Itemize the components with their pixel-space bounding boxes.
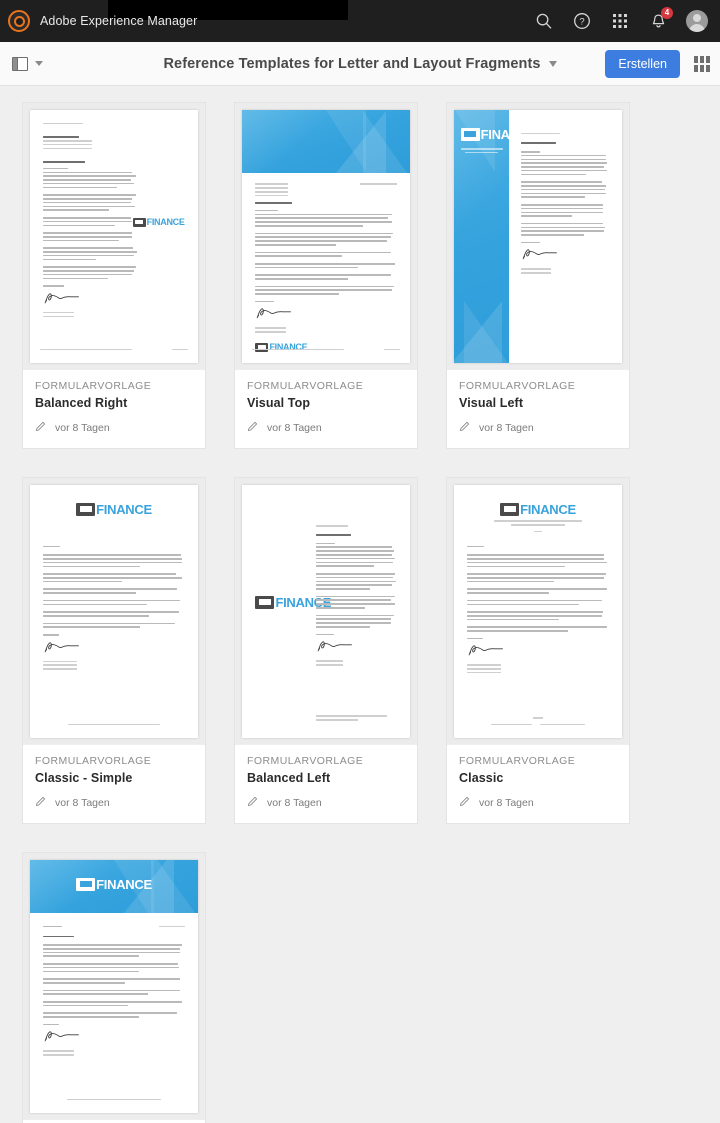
rail-panel-icon bbox=[12, 57, 28, 71]
title-chevron-down-icon[interactable] bbox=[549, 61, 557, 67]
signature-icon bbox=[521, 247, 559, 260]
pencil-icon bbox=[459, 796, 470, 807]
adobe-aem-logo-icon[interactable] bbox=[8, 10, 30, 32]
card-title: Balanced Left bbox=[247, 771, 405, 785]
signature-icon bbox=[316, 639, 354, 652]
brand-home-link[interactable]: Adobe Experience Manager bbox=[8, 10, 197, 32]
pencil-icon bbox=[459, 796, 470, 810]
card-thumbnail[interactable]: FINANCE bbox=[23, 103, 205, 369]
solutions-grid-icon[interactable] bbox=[610, 11, 630, 31]
card-modified-label: vor 8 Tagen bbox=[479, 797, 534, 809]
letter-preview: FINANCE bbox=[454, 485, 622, 738]
rail-toggle-button[interactable] bbox=[12, 57, 43, 71]
pencil-icon bbox=[247, 796, 258, 810]
card-view-icon[interactable] bbox=[694, 56, 710, 72]
finance-logo-icon: FINANCE bbox=[76, 878, 152, 891]
card-modified: vor 8 Tagen bbox=[35, 421, 193, 435]
template-card[interactable]: FINANCE FORMULARVORLAGE Balanced Right vor … bbox=[22, 102, 206, 449]
signature-icon bbox=[255, 306, 293, 319]
card-kind: FORMULARVORLAGE bbox=[35, 380, 193, 392]
card-modified-label: vor 8 Tagen bbox=[267, 797, 322, 809]
signature-icon bbox=[43, 640, 81, 653]
pencil-icon bbox=[35, 796, 46, 810]
letter-preview: FINANCE bbox=[30, 860, 198, 1113]
card-modified-label: vor 8 Tagen bbox=[55, 797, 110, 809]
pencil-icon bbox=[459, 421, 470, 435]
card-kind: FORMULARVORLAGE bbox=[459, 755, 617, 767]
help-icon[interactable]: ? bbox=[572, 11, 592, 31]
card-thumbnail[interactable]: FINANCE bbox=[23, 853, 205, 1119]
bell-icon[interactable]: 4 bbox=[648, 11, 668, 31]
finance-logo-icon: FINANCE bbox=[76, 503, 152, 516]
letter-preview: FINANCE bbox=[454, 110, 622, 363]
card-title: Visual Left bbox=[459, 396, 617, 410]
template-card[interactable]: FINANCE FORMULARVORLAGE Balanced Left vor 8… bbox=[234, 477, 418, 824]
pencil-icon bbox=[459, 421, 470, 432]
action-bar: Reference Templates for Letter and Layou… bbox=[0, 42, 720, 86]
template-card[interactable]: FINANCE FORMULARVORLAGEVisual Top - Class… bbox=[22, 852, 206, 1123]
card-thumbnail[interactable]: FINANCE bbox=[235, 478, 417, 744]
card-meta: FORMULARVORLAGE Visual Top vor 8 Tagen bbox=[235, 369, 417, 448]
template-card[interactable]: FINANCE FORMULARVORLAGE Classic vor 8 Tagen bbox=[446, 477, 630, 824]
letter-preview: FINANCE bbox=[242, 110, 410, 363]
search-icon[interactable] bbox=[534, 11, 554, 31]
card-modified: vor 8 Tagen bbox=[459, 796, 617, 810]
top-navigation-bar: Adobe Experience Manager ? 4 bbox=[0, 0, 720, 42]
letter-preview: FINANCE bbox=[242, 485, 410, 738]
pencil-icon bbox=[35, 421, 46, 435]
card-kind: FORMULARVORLAGE bbox=[459, 380, 617, 392]
card-thumbnail[interactable]: FINANCE bbox=[447, 478, 629, 744]
brand-title: Adobe Experience Manager bbox=[40, 14, 197, 28]
card-modified: vor 8 Tagen bbox=[247, 421, 405, 435]
signature-icon bbox=[43, 291, 81, 304]
avatar[interactable] bbox=[686, 10, 708, 32]
template-card[interactable]: FINANCE FORMULARVORLAGE Visual Left vor 8 T… bbox=[446, 102, 630, 449]
card-modified-label: vor 8 Tagen bbox=[55, 422, 110, 434]
signature-icon bbox=[467, 643, 505, 656]
finance-logo-icon: FINANCE bbox=[133, 218, 185, 227]
signature-icon bbox=[43, 1029, 81, 1042]
card-modified-label: vor 8 Tagen bbox=[267, 422, 322, 434]
card-meta: FORMULARVORLAGE Balanced Right vor 8 Tagen bbox=[23, 369, 205, 448]
card-title: Classic bbox=[459, 771, 617, 785]
card-thumbnail[interactable]: FINANCE bbox=[235, 103, 417, 369]
finance-logo-icon: FINANCE bbox=[255, 343, 307, 352]
card-title: Classic - Simple bbox=[35, 771, 193, 785]
top-bar-actions: ? 4 bbox=[534, 10, 708, 32]
svg-text:?: ? bbox=[579, 17, 584, 28]
pencil-icon bbox=[247, 796, 258, 807]
card-meta: FORMULARVORLAGE Visual Left vor 8 Tagen bbox=[447, 369, 629, 448]
card-thumbnail[interactable]: FINANCE bbox=[447, 103, 629, 369]
finance-logo-icon: FINANCE bbox=[500, 503, 576, 516]
letter-preview: FINANCE bbox=[30, 485, 198, 738]
card-title: Balanced Right bbox=[35, 396, 193, 410]
card-meta: FORMULARVORLAGE Balanced Left vor 8 Tagen bbox=[235, 744, 417, 823]
template-card-grid: FINANCE FORMULARVORLAGE Balanced Right vor … bbox=[0, 86, 720, 1123]
card-modified: vor 8 Tagen bbox=[459, 421, 617, 435]
pencil-icon bbox=[35, 421, 46, 432]
pencil-icon bbox=[247, 421, 258, 432]
card-meta: FORMULARVORLAGEVisual Top - Classicvor 8… bbox=[23, 1119, 205, 1123]
pencil-icon bbox=[35, 796, 46, 807]
card-modified: vor 8 Tagen bbox=[35, 796, 193, 810]
letter-preview: FINANCE bbox=[30, 110, 198, 363]
card-modified: vor 8 Tagen bbox=[247, 796, 405, 810]
template-card[interactable]: FINANCE FORMULARVORLAGE Visual Top vor 8 Ta… bbox=[234, 102, 418, 449]
notification-badge: 4 bbox=[661, 7, 673, 19]
card-meta: FORMULARVORLAGE Classic - Simple vor 8 Tag… bbox=[23, 744, 205, 823]
create-button[interactable]: Erstellen bbox=[605, 50, 680, 78]
pencil-icon bbox=[247, 421, 258, 435]
finance-logo-icon: FINANCE bbox=[461, 128, 510, 141]
template-card[interactable]: FINANCE FORMULARVORLAGE Classic - Simple vo… bbox=[22, 477, 206, 824]
card-kind: FORMULARVORLAGE bbox=[35, 755, 193, 767]
card-thumbnail[interactable]: FINANCE bbox=[23, 478, 205, 744]
card-modified-label: vor 8 Tagen bbox=[479, 422, 534, 434]
card-meta: FORMULARVORLAGE Classic vor 8 Tagen bbox=[447, 744, 629, 823]
action-bar-right: Erstellen bbox=[605, 50, 710, 78]
card-kind: FORMULARVORLAGE bbox=[247, 380, 405, 392]
chevron-down-icon[interactable] bbox=[35, 61, 43, 66]
card-kind: FORMULARVORLAGE bbox=[247, 755, 405, 767]
card-title: Visual Top bbox=[247, 396, 405, 410]
page-title: Reference Templates for Letter and Layou… bbox=[163, 56, 540, 72]
